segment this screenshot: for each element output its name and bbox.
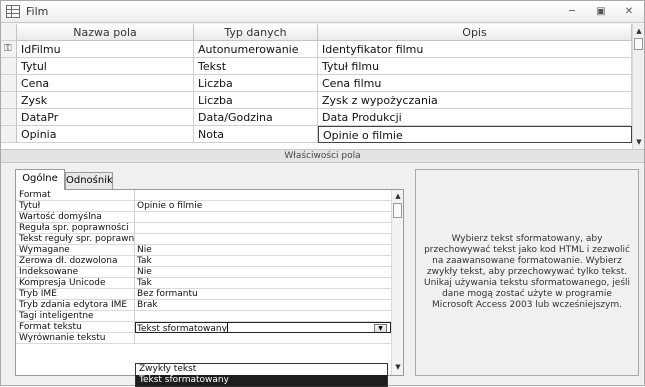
row-selector[interactable]	[1, 58, 17, 75]
description-cell[interactable]: Data Produkcji	[318, 109, 632, 126]
property-label: Kompresja Unicode	[16, 278, 135, 289]
primary-key-icon: ⚿	[4, 43, 12, 54]
title-bar[interactable]: Film ─ ▣ ✕	[1, 1, 644, 23]
data-type-cell[interactable]: Tekst	[194, 58, 318, 75]
tab-general[interactable]: Ogólne	[15, 169, 65, 190]
property-sheet: Format Tytuł Opinie o filmie Wartość domy…	[15, 189, 404, 376]
description-cell[interactable]: Identyfikator filmu	[318, 41, 632, 58]
grid-header-row: Nazwa pola Typ danych Opis	[1, 24, 632, 41]
column-header-field-name[interactable]: Nazwa pola	[17, 24, 194, 41]
field-name-cell[interactable]: Tytul	[17, 58, 194, 75]
property-label: Tagi inteligentne	[16, 311, 135, 322]
property-value[interactable]	[135, 212, 391, 223]
help-panel: Wybierz tekst sformatowany, aby przechow…	[415, 169, 639, 376]
data-type-cell[interactable]: Nota	[194, 126, 318, 143]
property-label: Reguła spr. poprawności	[16, 223, 135, 234]
property-label: Zerowa dł. dozwolona	[16, 256, 135, 267]
data-type-cell[interactable]: Liczba	[194, 92, 318, 109]
property-value[interactable]: Brak	[135, 300, 391, 311]
scroll-thumb[interactable]	[634, 38, 643, 50]
property-label: Wymagane	[16, 245, 135, 256]
table-row[interactable]: Zysk Liczba Zysk z wypożyczania	[1, 92, 632, 109]
text-format-dropdown-list: Zwykły tekst Tekst sformatowany	[135, 363, 388, 387]
dropdown-option-plain-text[interactable]: Zwykły tekst	[136, 364, 387, 375]
property-label: Tryb IME	[16, 289, 135, 300]
property-value[interactable]	[135, 190, 391, 201]
table-design-window: Film ─ ▣ ✕ Nazwa pola Typ danych Opis ⚿ …	[0, 0, 645, 387]
property-scrollbar[interactable]: ▲ ▼	[391, 190, 403, 375]
field-name-cell[interactable]: Opinia	[17, 126, 194, 143]
description-cell[interactable]: Zysk z wypożyczania	[318, 92, 632, 109]
data-type-cell[interactable]: Autonumerowanie	[194, 41, 318, 58]
description-cell[interactable]: Tytuł filmu	[318, 58, 632, 75]
restore-icon[interactable]: ▣	[593, 5, 609, 19]
row-selector[interactable]: ⚿	[1, 41, 17, 58]
dropdown-option-rich-text[interactable]: Tekst sformatowany	[136, 375, 387, 386]
property-label: Wyrównanie tekstu	[16, 333, 135, 344]
property-value[interactable]	[135, 234, 391, 245]
help-text: Wybierz tekst sformatowany, aby przechow…	[424, 234, 631, 310]
row-selector[interactable]	[1, 109, 17, 126]
property-label: Tytuł	[16, 201, 135, 212]
property-label: Indeksowane	[16, 267, 135, 278]
text-format-combo[interactable]: Tekst sformatowany ▼	[135, 322, 391, 333]
property-value[interactable]: Bez formantu	[135, 289, 391, 300]
description-cell[interactable]: Opinie o filmie	[318, 126, 632, 143]
scroll-up-icon[interactable]: ▲	[633, 25, 645, 37]
data-type-cell[interactable]: Data/Godzina	[194, 109, 318, 126]
property-label: Wartość domyślna	[16, 212, 135, 223]
field-name-cell[interactable]: DataPr	[17, 109, 194, 126]
property-label: Tryb zdania edytora IME	[16, 300, 135, 311]
field-name-cell[interactable]: Cena	[17, 75, 194, 92]
table-row[interactable]: Cena Liczba Cena filmu	[1, 75, 632, 92]
property-value[interactable]: Nie	[135, 245, 391, 256]
property-value[interactable]: Nie	[135, 267, 391, 278]
description-cell[interactable]: Cena filmu	[318, 75, 632, 92]
table-row[interactable]: DataPr Data/Godzina Data Produkcji	[1, 109, 632, 126]
data-type-cell[interactable]: Liczba	[194, 75, 318, 92]
table-row[interactable]: ⚿ IdFilmu Autonumerowanie Identyfikator …	[1, 41, 632, 58]
tab-lookup[interactable]: Odnośnik	[65, 172, 113, 189]
column-header-description[interactable]: Opis	[318, 24, 632, 41]
property-label: Format tekstu	[16, 322, 135, 333]
property-value[interactable]	[135, 333, 391, 344]
minimize-icon[interactable]: ─	[564, 5, 580, 19]
property-value[interactable]: Tak	[135, 256, 391, 267]
text-format-value: Tekst sformatowany	[137, 324, 227, 333]
property-value[interactable]	[135, 311, 391, 322]
table-row[interactable]: Tytul Tekst Tytuł filmu	[1, 58, 632, 75]
column-header-data-type[interactable]: Typ danych	[194, 24, 318, 41]
field-properties-header: Właściwości pola	[1, 149, 644, 163]
property-label: Tekst reguły spr. poprawności	[16, 234, 135, 245]
scroll-down-icon[interactable]: ▼	[633, 136, 645, 148]
field-properties-pane: Ogólne Odnośnik Format Tytuł Opinie o fil…	[1, 163, 644, 387]
row-selector[interactable]	[1, 92, 17, 109]
row-selector[interactable]	[1, 126, 17, 143]
field-name-cell[interactable]: Zysk	[17, 92, 194, 109]
table-row[interactable]: Opinia Nota Opinie o filmie	[1, 126, 632, 143]
property-value[interactable]: Tak	[135, 278, 391, 289]
scroll-thumb[interactable]	[393, 203, 402, 218]
scroll-up-icon[interactable]: ▲	[392, 191, 404, 202]
text-caret	[226, 323, 228, 332]
property-value[interactable]	[135, 223, 391, 234]
property-label: Format	[16, 190, 135, 201]
close-icon[interactable]: ✕	[621, 5, 637, 19]
table-icon	[6, 5, 20, 18]
scroll-down-icon[interactable]: ▼	[392, 362, 404, 373]
field-name-cell[interactable]: IdFilmu	[17, 41, 194, 58]
grid-scrollbar[interactable]: ▲ ▼	[632, 24, 644, 149]
property-value[interactable]: Opinie o filmie	[135, 201, 391, 212]
field-grid: Nazwa pola Typ danych Opis ⚿ IdFilmu Aut…	[1, 24, 644, 149]
dropdown-arrow-icon[interactable]: ▼	[374, 324, 387, 332]
window-title: Film	[26, 5, 49, 18]
row-selector[interactable]	[1, 75, 17, 92]
select-all-corner[interactable]	[1, 24, 17, 41]
